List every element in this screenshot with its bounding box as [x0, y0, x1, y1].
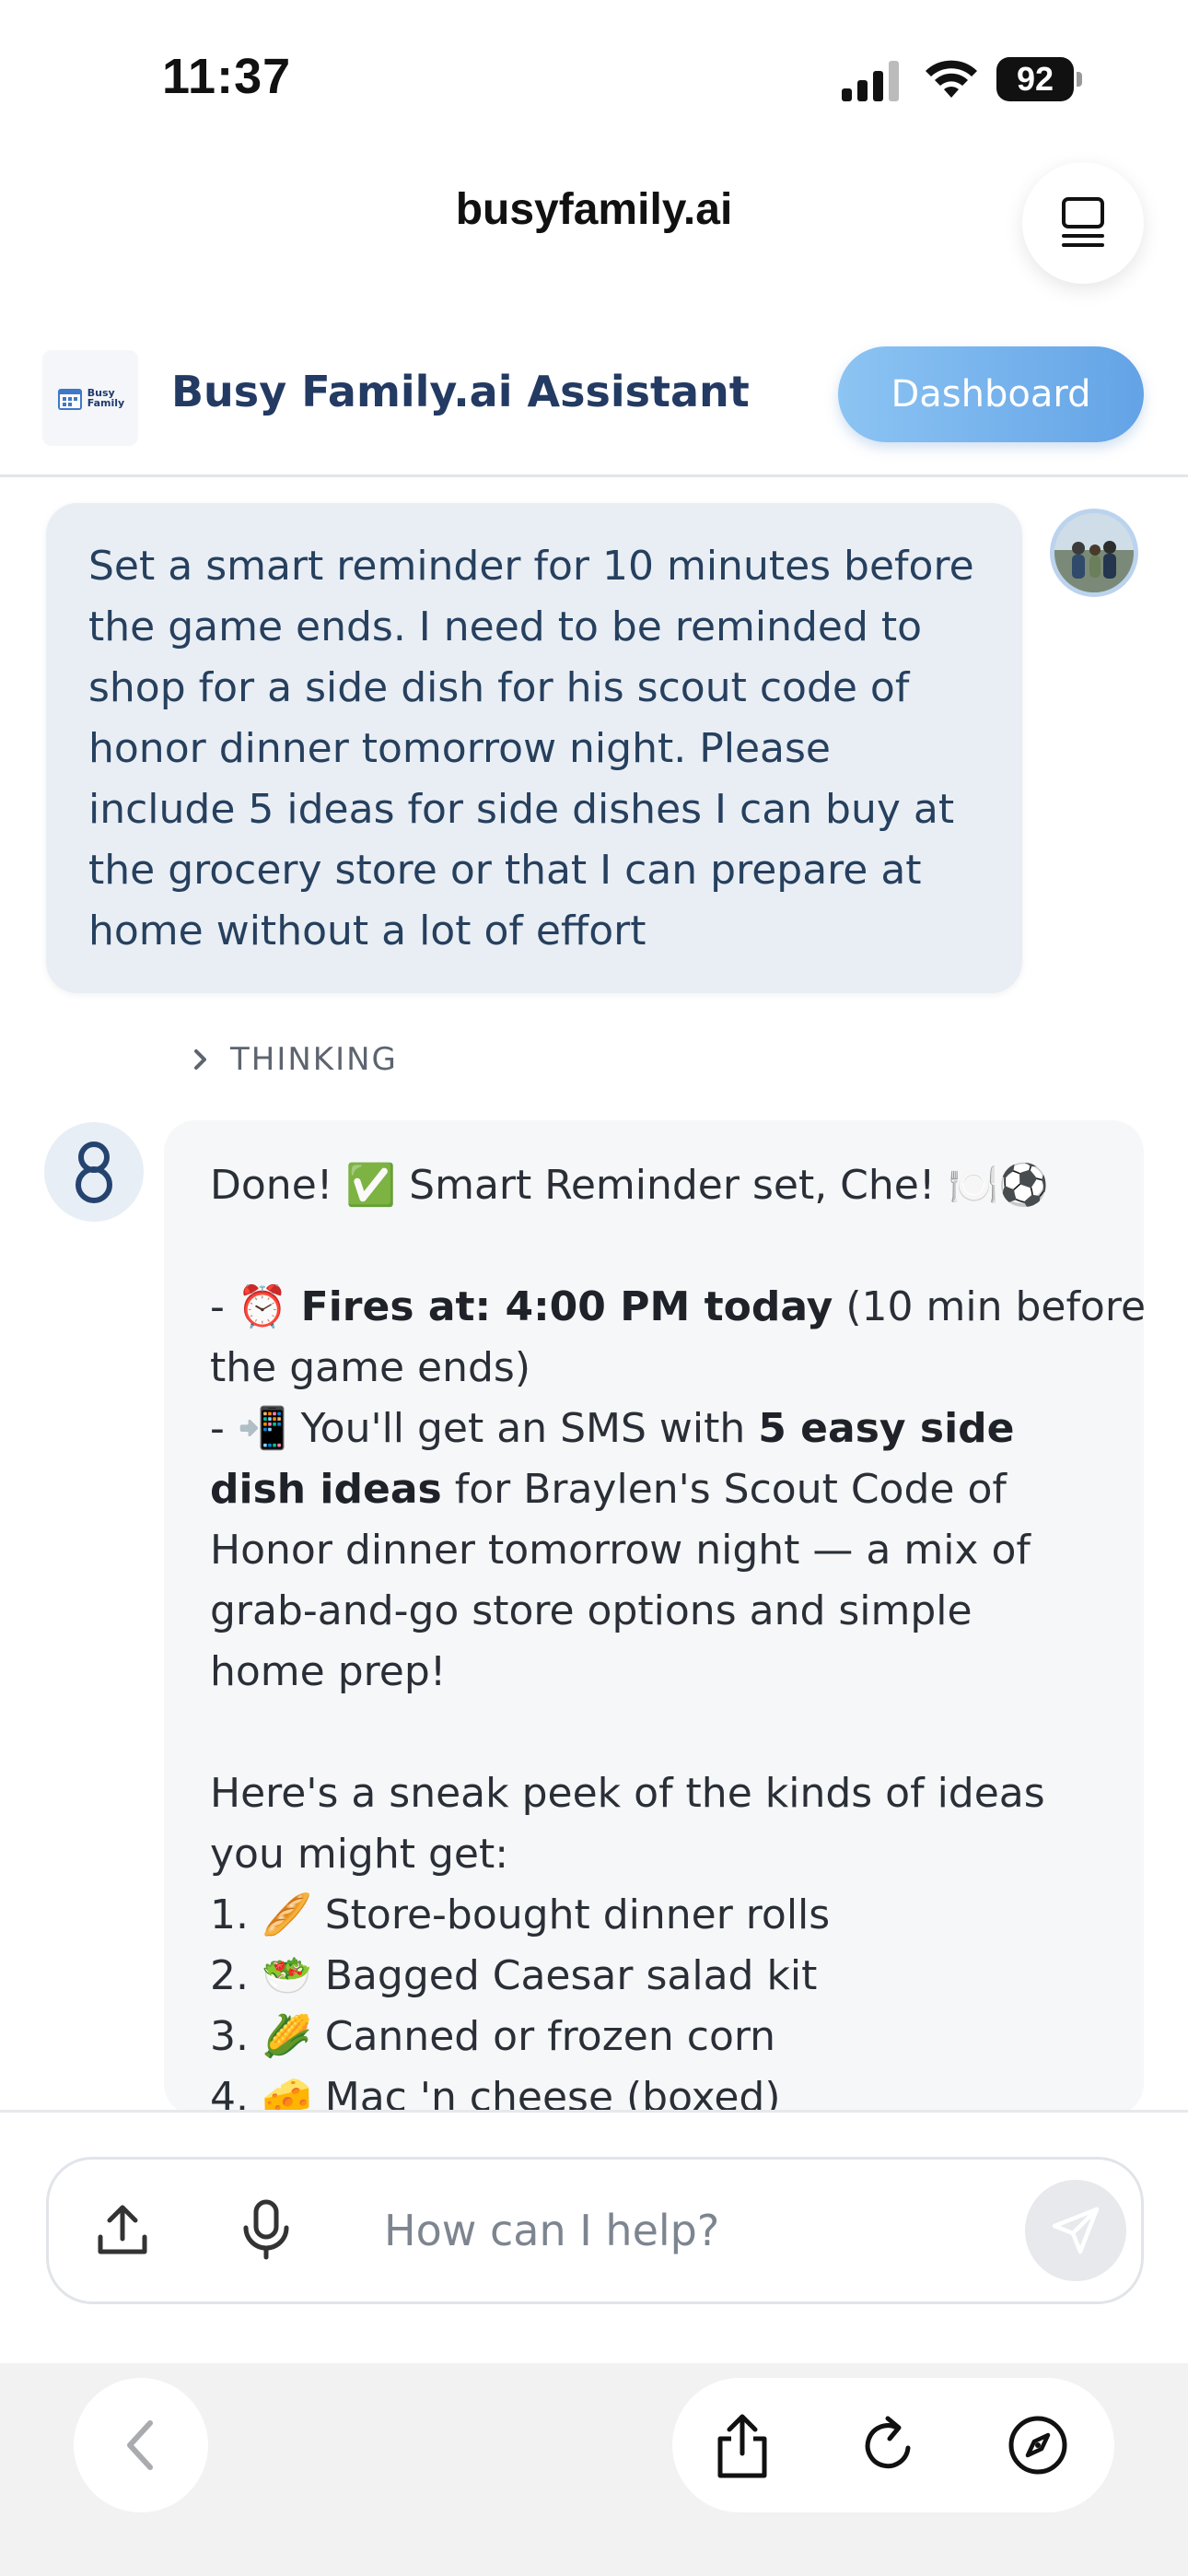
share-icon[interactable] — [709, 2411, 775, 2481]
user-message-text: Set a smart reminder for 10 minutes befo… — [88, 543, 974, 954]
chevron-right-icon — [194, 1049, 206, 1070]
idea-item: 3. 🌽 Canned or frozen corn — [210, 2013, 776, 2060]
send-icon — [1052, 2207, 1100, 2254]
battery-tip — [1077, 72, 1082, 87]
cellular-signal-icon — [842, 61, 899, 101]
family-photo — [1054, 513, 1134, 592]
assistant-line: home prep! — [210, 1648, 447, 1695]
app-header: Busy Family Busy Family.ai Assistant Das… — [0, 332, 1188, 477]
compass-icon[interactable] — [1006, 2413, 1070, 2477]
microphone-icon[interactable] — [237, 2198, 296, 2261]
bold-text: 5 easy side — [758, 1405, 1015, 1452]
user-avatar[interactable] — [1050, 509, 1138, 597]
reload-icon[interactable] — [856, 2413, 921, 2477]
idea-item: 1. 🥖 Store-bought dinner rolls — [210, 1891, 831, 1938]
screen: 11:37 92 busyfamily.ai Busy Family Busy … — [0, 0, 1188, 2576]
assistant-message-text: Done! ✅ Smart Reminder set, Che! 🍽️⚽ - ⏰… — [210, 1155, 1144, 2115]
thinking-label: THINKING — [230, 1041, 398, 1078]
status-bar: 11:37 92 — [0, 0, 1188, 147]
back-button[interactable] — [74, 2378, 208, 2512]
dashboard-button[interactable]: Dashboard — [838, 346, 1144, 442]
idea-item: 4. 🧀 Mac 'n cheese (boxed) — [210, 2074, 781, 2115]
assistant-message-bubble: Done! ✅ Smart Reminder set, Che! 🍽️⚽ - ⏰… — [164, 1120, 1144, 2115]
user-message-bubble: Set a smart reminder for 10 minutes befo… — [46, 503, 1022, 993]
logo-text: Busy Family — [87, 388, 124, 408]
tabs-button[interactable] — [1022, 162, 1144, 284]
logo-text-line2: Family — [87, 397, 125, 409]
assistant-logo-icon — [76, 1142, 112, 1203]
text-span: (10 min before — [833, 1283, 1144, 1330]
battery-indicator: 92 — [996, 57, 1083, 101]
assistant-line: dish ideas for Braylen's Scout Code of — [210, 1459, 1098, 1520]
busy-family-logo[interactable]: Busy Family — [42, 350, 138, 446]
composer — [0, 2113, 1188, 2363]
thinking-toggle[interactable]: THINKING — [192, 1041, 398, 1078]
assistant-line: Done! ✅ Smart Reminder set, Che! 🍽️⚽ — [210, 1162, 1050, 1209]
text-span: for Braylen's Scout Code of — [441, 1466, 1007, 1513]
bullet-prefix: - ⏰ — [210, 1283, 301, 1330]
wifi-icon — [926, 60, 977, 98]
app-title: Busy Family.ai Assistant — [171, 367, 750, 416]
bold-text: Fires at: 4:00 PM today — [300, 1283, 833, 1330]
chevron-left-icon — [127, 2420, 153, 2470]
idea-item: 2. 🥗 Bagged Caesar salad kit — [210, 1952, 818, 1999]
battery-level: 92 — [996, 57, 1074, 101]
assistant-line: Here's a sneak peek of the kinds of idea… — [210, 1770, 1045, 1817]
assistant-line: - ⏰ Fires at: 4:00 PM today (10 min befo… — [210, 1277, 1144, 1338]
assistant-avatar — [44, 1122, 144, 1222]
message-input[interactable] — [384, 2206, 1029, 2255]
tabs-icon — [1062, 197, 1104, 247]
send-button[interactable] — [1025, 2180, 1126, 2281]
message-input-box[interactable] — [46, 2157, 1144, 2304]
assistant-line: Honor dinner tomorrow night — a mix of — [210, 1527, 1031, 1574]
assistant-line: - 📲 You'll get an SMS with 5 easy side — [210, 1399, 1098, 1459]
upload-icon[interactable] — [93, 2200, 152, 2259]
browser-toolbar — [0, 2363, 1188, 2576]
assistant-line: grab-and-go store options and simple — [210, 1587, 973, 1634]
assistant-line: you might get: — [210, 1831, 509, 1878]
calendar-icon — [57, 389, 82, 410]
status-time: 11:37 — [162, 49, 292, 104]
url-title[interactable]: busyfamily.ai — [0, 184, 1188, 235]
assistant-line: the game ends) — [210, 1344, 530, 1391]
bullet-prefix: - 📲 You'll get an SMS with — [210, 1405, 759, 1452]
bold-text: dish ideas — [210, 1466, 442, 1513]
browser-actions — [672, 2378, 1114, 2512]
